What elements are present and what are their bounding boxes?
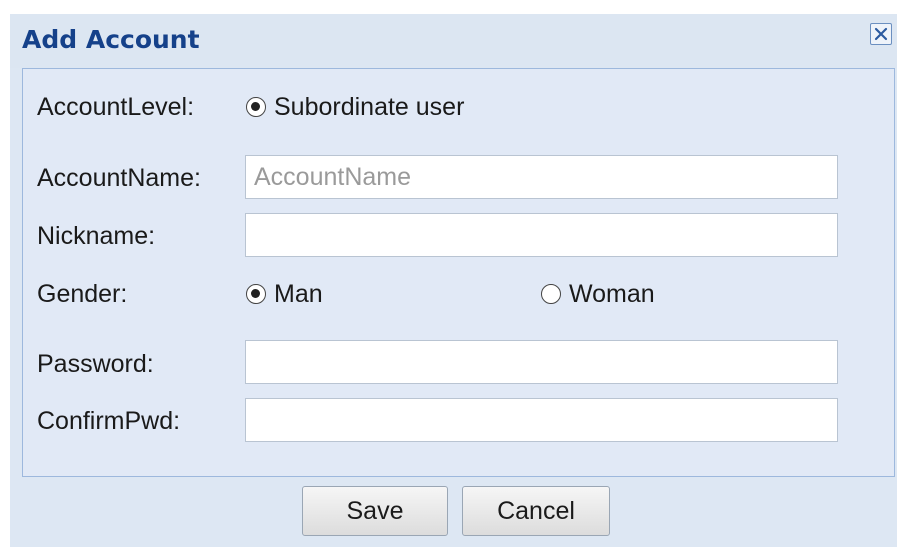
nickname-label: Nickname: (37, 222, 156, 250)
dialog-title: Add Account (22, 25, 200, 54)
radio-gender-woman-label: Woman (569, 280, 655, 308)
confirm-pwd-label: ConfirmPwd: (37, 407, 181, 435)
radio-gender-man[interactable]: Man (246, 279, 323, 309)
confirm-pwd-input[interactable] (245, 398, 838, 442)
save-button[interactable]: Save (302, 486, 448, 536)
add-account-dialog: Add Account AccountLevel: Subordinate us… (10, 14, 897, 547)
radio-gender-woman[interactable]: Woman (541, 279, 655, 309)
nickname-input[interactable] (245, 213, 838, 257)
radio-button-unchecked[interactable] (541, 284, 561, 304)
close-icon (874, 27, 888, 41)
radio-subordinate-user[interactable]: Subordinate user (246, 92, 464, 122)
radio-button-checked[interactable] (246, 97, 266, 117)
radio-gender-man-label: Man (274, 280, 323, 308)
account-level-label: AccountLevel: (37, 93, 195, 121)
password-input[interactable] (245, 340, 838, 384)
account-name-label: AccountName: (37, 164, 201, 192)
gender-label: Gender: (37, 280, 128, 308)
dialog-titlebar: Add Account (10, 14, 897, 68)
form-panel: AccountLevel: Subordinate user AccountNa… (22, 68, 895, 477)
radio-button-checked[interactable] (246, 284, 266, 304)
close-button[interactable] (870, 23, 892, 45)
radio-subordinate-user-label: Subordinate user (274, 93, 465, 121)
cancel-button[interactable]: Cancel (462, 486, 610, 536)
account-name-input[interactable] (245, 155, 838, 199)
password-label: Password: (37, 350, 154, 378)
